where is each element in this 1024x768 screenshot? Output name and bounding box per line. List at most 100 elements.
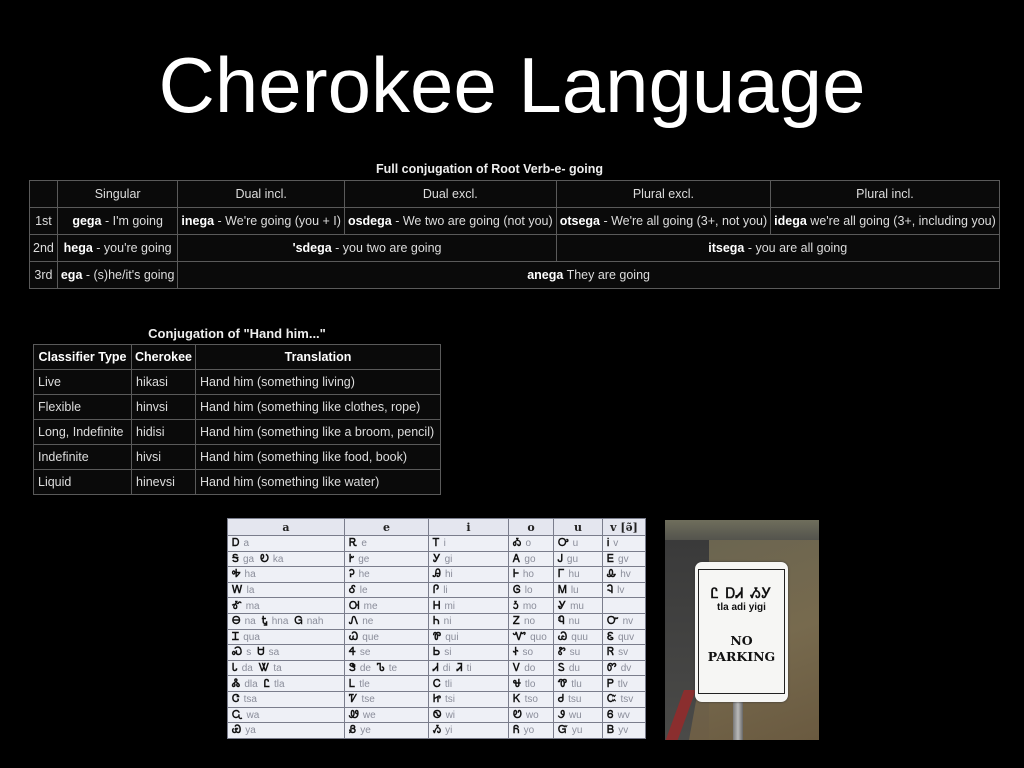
table-cell: hega - you're going: [56, 234, 179, 262]
table-cell: otsega - We're all going (3+, not you): [555, 207, 772, 235]
header-cell: [29, 180, 58, 208]
table-cell: Liquid: [33, 469, 132, 495]
syllable-cell: Ꮌmo: [508, 597, 554, 614]
syllable-glyph: Ꮁ: [558, 567, 565, 581]
syllable-romanization: tso: [524, 694, 538, 706]
gloss: - We two are going (not you): [391, 214, 553, 228]
syllable-glyph: Ꮋ: [433, 598, 441, 612]
syllable-cell: Ꮂhv: [602, 566, 646, 583]
syllable-romanization: tli: [444, 678, 453, 690]
syllable-glyph: Ꮗ: [349, 629, 359, 643]
verb-form: osdega: [347, 214, 392, 228]
syllable-cell: Ᏸye: [344, 722, 429, 739]
syllable-romanization: yi: [445, 725, 453, 737]
syllable-romanization: quv: [617, 631, 635, 643]
syllable-romanization: lv: [617, 585, 625, 597]
syllable-glyph: Ꮤ: [258, 661, 270, 675]
syllable-romanization: hi: [444, 569, 453, 581]
syllable-romanization: tle: [359, 678, 370, 690]
syllable-glyph: Ꮢ: [607, 645, 615, 659]
syllable-cell: Ꮥde Ꮦte: [344, 659, 429, 677]
table-cell: Hand him (something like clothes, rope): [195, 394, 441, 420]
syllable-glyph: Ꮾ: [607, 707, 614, 721]
syllable-romanization: do: [524, 663, 536, 675]
syllable-glyph: Ꮦ: [376, 661, 385, 675]
syllable-glyph: Ꮹ: [232, 707, 243, 721]
table-cell: hidisi: [131, 419, 196, 445]
gloss: - you're going: [92, 241, 172, 255]
syllable-glyph: Ꮻ: [433, 707, 442, 721]
syllable-cell: Ꮎna Ꮏhna Ꮐnah: [227, 612, 345, 630]
syllable-cell: Ꭾhe: [344, 566, 429, 583]
syllable-romanization: qua: [243, 631, 260, 643]
syllable-glyph: Ꮀ: [513, 567, 519, 581]
syllable-glyph: Ꮬ: [232, 676, 241, 690]
syllable-glyph: Ꮑ: [349, 614, 359, 628]
syllable-romanization: ha: [244, 569, 256, 581]
syllable-cell: Ꮄle: [344, 581, 429, 599]
verb-form: anega: [527, 268, 564, 282]
syllable-glyph: Ꭼ: [607, 551, 615, 565]
syllable-cell: Ꮘqui: [428, 628, 509, 646]
hand-him-table: Classifier Type Cherokee Translation Liv…: [33, 344, 441, 495]
table-cell: Hand him (something living): [195, 369, 441, 395]
syllable-glyph: Ꮫ: [607, 661, 617, 675]
header-cell: Classifier Type: [33, 344, 132, 370]
syllable-romanization: nu: [568, 616, 580, 628]
sign: Ꮭ ᎠᏗ ᏱᎩ tla adi yigi NO PARKING: [695, 562, 788, 702]
table-row: Flexible hinvsi Hand him (something like c…: [33, 394, 441, 420]
syllable-cell: Ꭱe: [344, 535, 429, 552]
syllable-romanization: nv: [622, 616, 634, 628]
syllable-romanization: tsu: [568, 694, 582, 706]
syllable-romanization: tsa: [243, 694, 257, 706]
syllable-romanization: na: [244, 616, 256, 628]
syllable-cell: Ꮣda Ꮤta: [227, 659, 345, 677]
header-cell: Dual excl.: [343, 180, 557, 208]
syllable-romanization: gv: [618, 553, 629, 565]
conjugation-table: Singular Dual incl. Dual excl. Plural ex…: [29, 180, 1000, 289]
syllable-romanization: si: [444, 647, 452, 659]
syllable-glyph: Ꮘ: [433, 629, 442, 643]
syllable-cell: Ꮗque: [344, 628, 429, 646]
table-cell: ega - (s)he/it's going: [56, 261, 179, 289]
syllable-glyph: Ꮉ: [232, 598, 242, 612]
syllable-cell: Ꮳtsa: [227, 690, 345, 708]
syllable-cell: Ꮛquv: [602, 628, 646, 646]
syllable-glyph: Ᏹ: [433, 723, 442, 737]
table-cell: osdega - We two are going (not you): [343, 207, 557, 235]
syllable-glyph: Ꭽ: [232, 567, 241, 581]
table-row: Ꮖqua Ꮗque Ꮘqui Ꮙquo Ꮚquu Ꮛquv: [227, 628, 646, 646]
syllable-romanization: wo: [525, 709, 539, 721]
table-cell: Indefinite: [33, 444, 132, 470]
syllable-cell: Ꭹgi: [428, 550, 509, 568]
syllable-glyph: Ꭿ: [433, 567, 441, 581]
syllable-cell: Ꮒni: [428, 612, 509, 630]
syllable-cell: Ꮢsv: [602, 644, 646, 661]
table-row: Ꮳtsa Ꮴtse Ꮵtsi Ꮶtso Ꮷtsu Ꮸtsv: [227, 690, 646, 708]
syllable-glyph: Ꮡ: [558, 645, 566, 659]
syllable-cell: Ꮈlv: [602, 581, 646, 599]
syllable-cell: Ꮖqua: [227, 628, 345, 646]
syllable-cell: Ꮚquu: [553, 628, 603, 646]
syllable-romanization: yu: [571, 725, 583, 737]
syllable-glyph: Ꮚ: [558, 629, 568, 643]
syllable-romanization: ne: [362, 616, 374, 628]
header-cell: i: [428, 518, 509, 536]
syllable-glyph: Ꮓ: [513, 614, 520, 628]
syllable-cell: Ꮕnv: [602, 612, 646, 630]
syllable-glyph: Ꭲ: [433, 536, 440, 550]
syllable-cell: Ꮩdo: [508, 659, 554, 677]
syllable-romanization: s: [246, 647, 252, 659]
syllable-glyph: Ꮍ: [558, 598, 567, 612]
syllable-glyph: Ꮆ: [513, 583, 521, 597]
syllable-romanization: a: [243, 538, 250, 550]
syllable-romanization: mi: [444, 600, 455, 612]
table-header-row: Singular Dual incl. Dual excl. Plural ex…: [29, 180, 1000, 208]
syllable-glyph: Ꮷ: [558, 692, 565, 706]
table-cell: hinvsi: [131, 394, 196, 420]
no-parking-sign-photo: Ꮭ ᎠᏗ ᏱᎩ tla adi yigi NO PARKING: [665, 520, 819, 740]
syllable-glyph: Ꮥ: [349, 661, 356, 675]
verb-form: itsega: [708, 241, 745, 255]
syllable-glyph: Ꮕ: [607, 614, 619, 628]
syllable-glyph: Ꮛ: [607, 629, 614, 643]
